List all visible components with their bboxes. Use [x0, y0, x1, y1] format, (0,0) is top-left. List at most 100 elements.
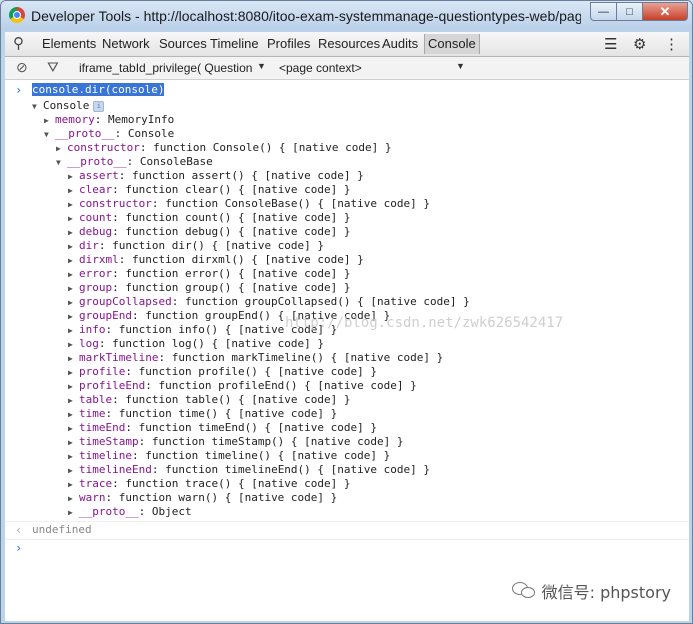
- method-value: : function dir() { [native code] }: [98, 239, 325, 252]
- collapsed-triangle-icon[interactable]: ▶: [68, 170, 79, 184]
- gear-icon[interactable]: ⚙: [633, 35, 646, 53]
- tree-row-method[interactable]: ▶ timeEnd: function timeEnd() { [native c…: [68, 421, 377, 435]
- collapsed-triangle-icon[interactable]: ▶: [68, 436, 79, 450]
- collapsed-triangle-icon[interactable]: ▶: [68, 338, 79, 352]
- result-arrow-icon: ‹: [15, 523, 23, 537]
- collapsed-triangle-icon[interactable]: ▶: [68, 282, 79, 296]
- context-dropdown-icon[interactable]: ▼: [456, 61, 465, 71]
- property-key: memory: [55, 113, 95, 126]
- tree-row-method[interactable]: ▶ markTimeline: function markTimeline() {…: [68, 351, 443, 365]
- collapsed-triangle-icon[interactable]: ▶: [68, 240, 79, 254]
- collapsed-triangle-icon[interactable]: ▶: [68, 408, 79, 422]
- tree-row-method[interactable]: ▶ trace: function trace() { [native code]…: [68, 477, 351, 491]
- collapsed-triangle-icon[interactable]: ▶: [68, 324, 79, 338]
- tab-timeline[interactable]: Timeline: [210, 36, 259, 51]
- collapsed-triangle-icon[interactable]: ▶: [68, 184, 79, 198]
- devtools-toolbar: ⚲ Elements Network Sources Timeline Prof…: [5, 32, 689, 57]
- tree-row-method[interactable]: ▶ group: function group() { [native code]…: [68, 281, 351, 295]
- tree-row-proto1[interactable]: ▼ __proto__: Console: [44, 127, 174, 141]
- collapsed-triangle-icon[interactable]: ▶: [68, 268, 79, 282]
- collapsed-triangle-icon[interactable]: ▶: [68, 464, 79, 478]
- collapsed-triangle-icon[interactable]: ▶: [68, 310, 79, 324]
- tree-row-method[interactable]: ▶ profileEnd: function profileEnd() { [na…: [68, 379, 417, 393]
- collapsed-triangle-icon[interactable]: ▶: [68, 198, 79, 212]
- tab-sources[interactable]: Sources: [159, 36, 207, 51]
- collapsed-triangle-icon[interactable]: ▶: [68, 226, 79, 240]
- collapsed-triangle-icon[interactable]: ▶: [44, 114, 55, 128]
- method-key: timeStamp: [79, 435, 139, 448]
- tree-row-method[interactable]: ▶ timelineEnd: function timelineEnd() { […: [68, 463, 430, 477]
- filter-icon[interactable]: ⛛: [47, 59, 59, 76]
- info-icon[interactable]: i: [93, 100, 105, 112]
- tree-row-method[interactable]: ▶ timeline: function timeline() { [native…: [68, 449, 390, 463]
- tree-row-method[interactable]: ▶ count: function count() { [native code]…: [68, 211, 351, 225]
- console-command[interactable]: console.dir(console): [32, 83, 165, 97]
- tree-row-method[interactable]: ▶ dir: function dir() { [native code] }: [68, 239, 324, 253]
- method-value: : function timeEnd() { [native code] }: [125, 421, 378, 434]
- method-key: profile: [79, 365, 126, 378]
- collapsed-triangle-icon[interactable]: ▶: [68, 478, 79, 492]
- collapsed-triangle-icon[interactable]: ▶: [68, 366, 79, 380]
- result-value: undefined: [32, 523, 92, 536]
- tab-console[interactable]: Console: [424, 34, 480, 54]
- tree-row-method[interactable]: ▶ log: function log() { [native code] }: [68, 337, 324, 351]
- tree-row-method[interactable]: ▶ debug: function debug() { [native code]…: [68, 225, 351, 239]
- dock-side-icon[interactable]: ☰: [604, 35, 617, 53]
- tree-row-method[interactable]: ▶ error: function error() { [native code]…: [68, 267, 351, 281]
- frame-selector[interactable]: iframe_tabId_privilege( Question: [79, 61, 252, 75]
- collapsed-triangle-icon[interactable]: ▶: [68, 296, 79, 310]
- tree-row-constructor[interactable]: ▶ constructor: function Console() { [nati…: [56, 141, 392, 155]
- maximize-button[interactable]: □: [616, 2, 642, 21]
- tree-row-method[interactable]: ▶ warn: function warn() { [native code] }: [68, 491, 337, 505]
- tree-row-method[interactable]: ▶ timeStamp: function timeStamp() { [nati…: [68, 435, 404, 449]
- collapsed-triangle-icon[interactable]: ▶: [68, 506, 79, 520]
- collapsed-triangle-icon[interactable]: ▶: [68, 254, 79, 268]
- tab-resources[interactable]: Resources: [318, 36, 380, 51]
- collapsed-triangle-icon[interactable]: ▶: [68, 450, 79, 464]
- method-key: groupEnd: [79, 309, 132, 322]
- collapsed-triangle-icon[interactable]: ▶: [68, 492, 79, 506]
- collapsed-triangle-icon[interactable]: ▶: [68, 380, 79, 394]
- console-input[interactable]: [32, 541, 672, 555]
- collapsed-triangle-icon[interactable]: ▶: [68, 352, 79, 366]
- expanded-triangle-icon[interactable]: ▼: [56, 156, 67, 170]
- tree-row-method[interactable]: ▶ constructor: function ConsoleBase() { […: [68, 197, 430, 211]
- tree-row-memory[interactable]: ▶ memory: MemoryInfo: [44, 113, 174, 127]
- tab-elements[interactable]: Elements: [42, 36, 96, 51]
- collapsed-triangle-icon[interactable]: ▶: [68, 422, 79, 436]
- method-value: : function ConsoleBase() { [native code]…: [151, 197, 431, 210]
- tree-row-method[interactable]: ▶ time: function time() { [native code] }: [68, 407, 337, 421]
- search-icon[interactable]: ⚲: [13, 36, 24, 51]
- tree-row-method[interactable]: ▶ profile: function profile() { [native c…: [68, 365, 377, 379]
- tree-row-proto3[interactable]: ▶ __proto__: Object: [68, 505, 192, 519]
- collapsed-triangle-icon[interactable]: ▶: [68, 212, 79, 226]
- tree-row-proto2[interactable]: ▼ __proto__: ConsoleBase: [56, 155, 213, 169]
- tree-row-method[interactable]: ▶ dirxml: function dirxml() { [native cod…: [68, 253, 364, 267]
- method-value: : function log() { [native code] }: [98, 337, 325, 350]
- method-value: : function timeStamp() { [native code] }: [138, 435, 404, 448]
- context-selector[interactable]: <page context>: [279, 61, 362, 75]
- tab-network[interactable]: Network: [102, 36, 150, 51]
- tree-row-method[interactable]: ▶ table: function table() { [native code]…: [68, 393, 351, 407]
- tree-row-method[interactable]: ▶ assert: function assert() { [native cod…: [68, 169, 364, 183]
- expanded-triangle-icon[interactable]: ▼: [32, 100, 43, 114]
- method-key: trace: [79, 477, 113, 490]
- method-key: time: [79, 407, 106, 420]
- tree-row-method[interactable]: ▶ groupCollapsed: function groupCollapsed…: [68, 295, 470, 309]
- close-button[interactable]: ✕: [642, 2, 688, 21]
- clear-console-icon[interactable]: ⊘: [16, 59, 28, 76]
- tab-profiles[interactable]: Profiles: [267, 36, 310, 51]
- tree-row-method[interactable]: ▶ clear: function clear() { [native code]…: [68, 183, 351, 197]
- tab-audits[interactable]: Audits: [382, 36, 418, 51]
- frame-dropdown-icon[interactable]: ▼: [257, 61, 266, 71]
- minimize-button[interactable]: —: [590, 2, 616, 21]
- method-key: constructor: [79, 197, 152, 210]
- property-key: constructor: [67, 141, 140, 154]
- method-value: : function timeline() { [native code] }: [131, 449, 391, 462]
- console-output[interactable]: › console.dir(console) ▼ Console i ▶ memory…: [5, 80, 689, 621]
- tree-row-root[interactable]: ▼ Console i: [32, 99, 105, 114]
- collapsed-triangle-icon[interactable]: ▶: [68, 394, 79, 408]
- expanded-triangle-icon[interactable]: ▼: [44, 128, 55, 142]
- collapsed-triangle-icon[interactable]: ▶: [56, 142, 67, 156]
- more-icon[interactable]: ⋮: [664, 35, 679, 53]
